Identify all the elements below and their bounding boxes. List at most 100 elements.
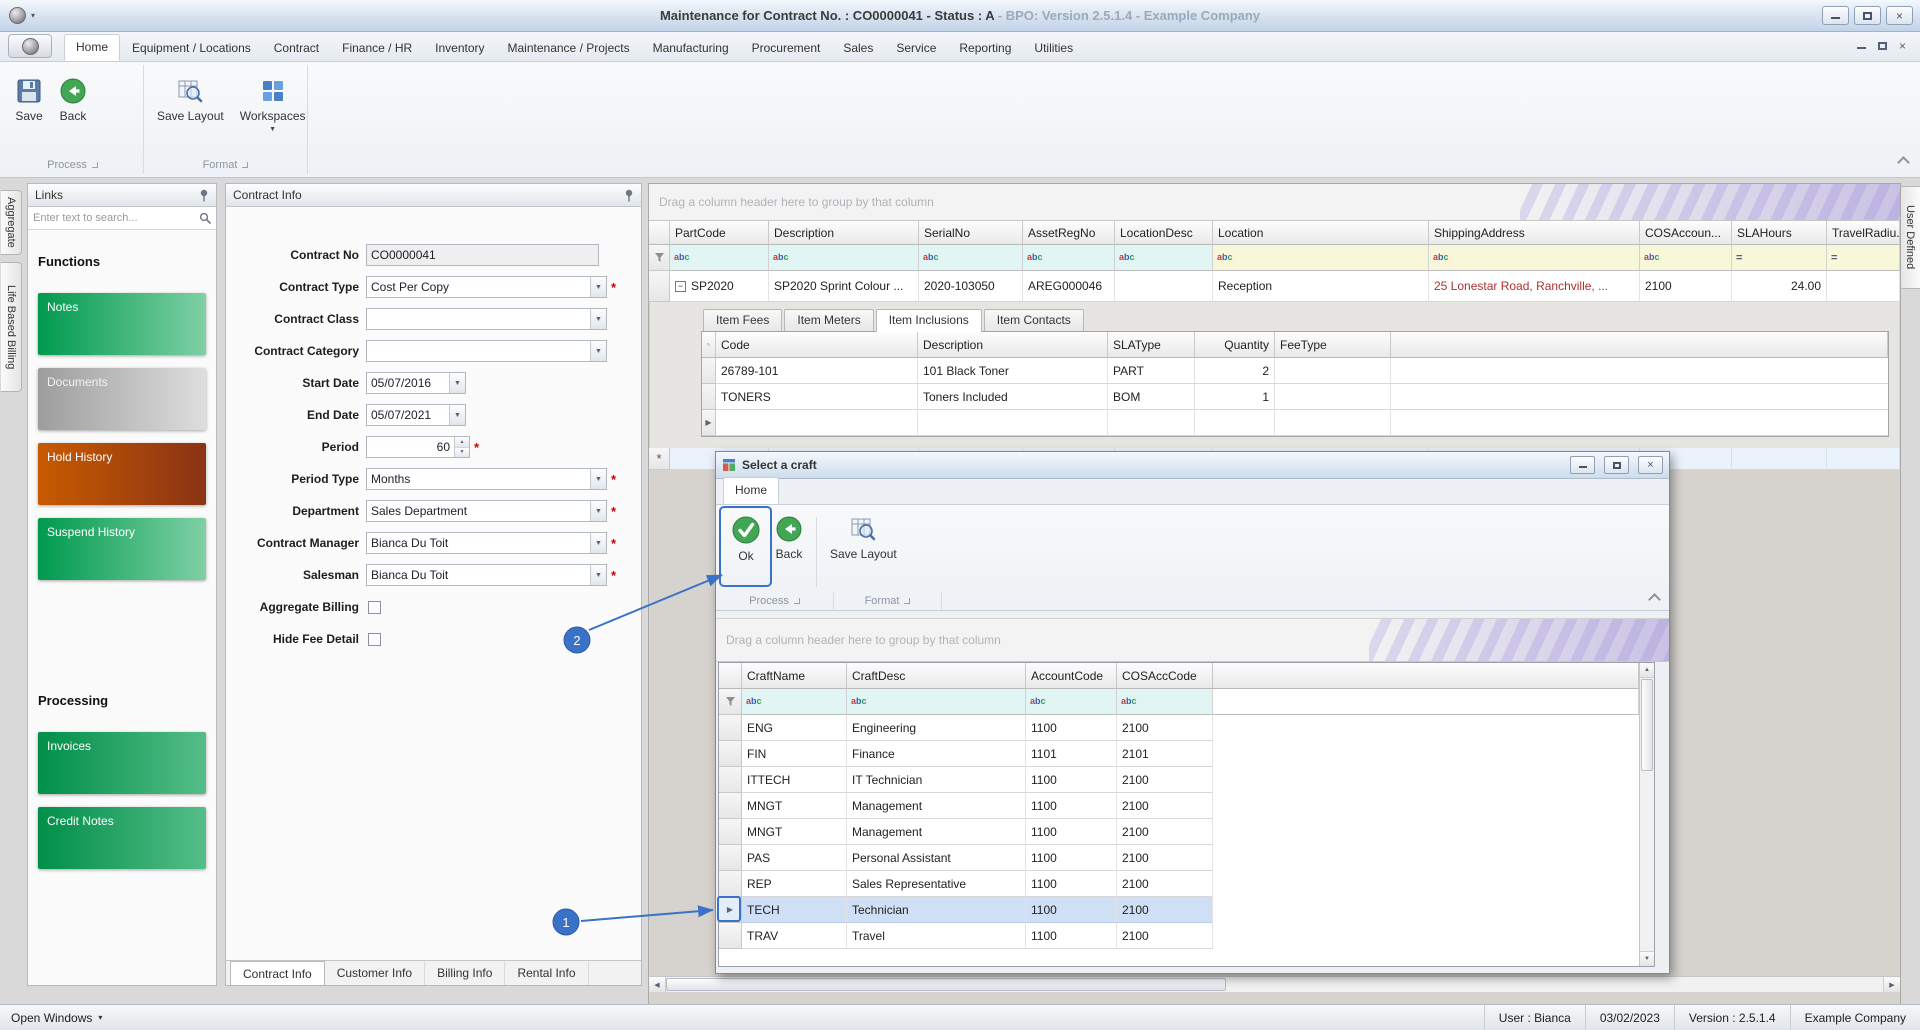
column-header-description[interactable]: Description [769,221,919,245]
cell-accountcode[interactable]: 1100 [1026,767,1117,793]
department-select[interactable]: Sales Department ▼ [366,500,607,522]
hide-fee-detail-checkbox[interactable] [368,633,381,646]
tab-reporting[interactable]: Reporting [948,36,1022,61]
cell-feetype[interactable] [1275,358,1391,384]
cell-cosacccode[interactable]: 2100 [1117,793,1213,819]
filter-cell[interactable] [847,689,1026,715]
table-row[interactable]: REP Sales Representative 1100 2100 [719,871,1639,897]
cell-craftname[interactable]: MNGT [742,819,847,845]
chevron-down-icon[interactable]: ▼ [590,309,606,329]
application-button[interactable] [8,34,52,58]
cell-cosacccode[interactable]: 2101 [1117,741,1213,767]
end-date-input[interactable]: 05/07/2021 ▼ [366,404,466,426]
group-by-panel[interactable]: Drag a column header here to group by th… [649,184,1900,221]
tab-manufacturing[interactable]: Manufacturing [642,36,740,61]
chevron-down-icon[interactable]: ▼ [590,501,606,521]
tab-service[interactable]: Service [885,36,947,61]
cell-cosacccode[interactable]: 2100 [1117,871,1213,897]
column-header-cosacccode[interactable]: COSAccCode [1117,663,1213,689]
tab-home[interactable]: Home [64,34,120,61]
table-row[interactable]: MNGT Management 1100 2100 [719,819,1639,845]
close-button[interactable]: × [1886,6,1913,25]
table-row[interactable]: PAS Personal Assistant 1100 2100 [719,845,1639,871]
cell-shippingaddress[interactable]: 25 Lonestar Road, Ranchville, ... [1429,271,1640,302]
tab-item-fees[interactable]: Item Fees [703,309,782,331]
tab-maintenance-projects[interactable]: Maintenance / Projects [497,36,641,61]
cell-accountcode[interactable]: 1101 [1026,741,1117,767]
cell-accountcode[interactable]: 1100 [1026,897,1117,923]
column-header-accountcode[interactable]: AccountCode [1026,663,1117,689]
filter-cell[interactable]: = [1827,245,1900,271]
cell-craftname[interactable]: MNGT [742,793,847,819]
cell-craftdesc[interactable]: Engineering [847,715,1026,741]
pin-icon[interactable] [624,189,634,202]
column-header-travelradius[interactable]: TravelRadiu... [1827,221,1900,245]
hold-history-button[interactable]: Hold History [38,443,206,505]
start-date-input[interactable]: 05/07/2016 ▼ [366,372,466,394]
cell-craftname[interactable]: ENG [742,715,847,741]
cell-craftname[interactable]: REP [742,871,847,897]
filter-cell[interactable] [1429,245,1640,271]
filter-cell[interactable]: = [1732,245,1827,271]
cell-accountcode[interactable]: 1100 [1026,923,1117,949]
maximize-button[interactable] [1854,6,1881,25]
cell-quantity[interactable]: 1 [1195,384,1275,410]
filter-cell[interactable] [919,245,1023,271]
cell-craftdesc[interactable]: Finance [847,741,1026,767]
cell-slahours[interactable]: 24.00 [1732,271,1827,302]
documents-button[interactable]: Documents [38,368,206,430]
chevron-down-icon[interactable]: ▼ [590,277,606,297]
spin-up-icon[interactable]: ▲ [455,437,469,448]
filter-cell[interactable] [742,689,847,715]
back-button[interactable]: Back [52,73,94,127]
tab-rental-info[interactable]: Rental Info [505,961,588,985]
side-tab-life-based-billing[interactable]: Life Based Billing [1,262,22,392]
cell-accountcode[interactable]: 1100 [1026,871,1117,897]
filter-cell[interactable] [1640,245,1732,271]
cell-slatype[interactable]: BOM [1108,384,1195,410]
cell-craftdesc[interactable]: Sales Representative [847,871,1026,897]
table-row[interactable]: ITTECH IT Technician 1100 2100 [719,767,1639,793]
table-row-empty[interactable]: ▶ [702,410,1888,436]
mdi-restore-icon[interactable] [1878,42,1887,50]
contract-no-input[interactable]: CO0000041 [366,244,599,266]
dialog-save-layout-button[interactable]: Save Layout [823,511,904,565]
cell-serialno[interactable]: 2020-103050 [919,271,1023,302]
cell-accountcode[interactable]: 1100 [1026,845,1117,871]
ok-button[interactable]: Ok [724,511,768,567]
cell-slatype[interactable]: PART [1108,358,1195,384]
spin-down-icon[interactable]: ▼ [455,448,469,458]
scroll-up-icon[interactable]: ▲ [1640,663,1654,678]
table-row[interactable]: ENG Engineering 1100 2100 [719,715,1639,741]
dialog-minimize-button[interactable] [1570,456,1595,474]
cell-feetype[interactable] [1275,384,1391,410]
search-icon[interactable] [199,212,211,224]
tab-item-meters[interactable]: Item Meters [784,309,873,331]
horizontal-scrollbar[interactable]: ◀ ▶ [649,976,1900,992]
filter-cell[interactable] [1117,689,1213,715]
cell-feetype[interactable] [1275,410,1391,436]
filter-cell[interactable] [769,245,919,271]
group-dialog-launcher-icon[interactable] [242,162,248,168]
tab-item-inclusions[interactable]: Item Inclusions [876,309,982,332]
scrollbar-thumb[interactable] [1641,679,1653,771]
group-dialog-launcher-icon[interactable] [794,598,800,604]
column-header-assetregno[interactable]: AssetRegNo [1023,221,1115,245]
cell-assetregno[interactable]: AREG000046 [1023,271,1115,302]
cell-description[interactable] [918,410,1108,436]
cell-cosacccode[interactable]: 2100 [1117,819,1213,845]
column-header-slatype[interactable]: SLAType [1108,332,1195,358]
chevron-down-icon[interactable]: ▼ [590,341,606,361]
cell-craftdesc[interactable]: Travel [847,923,1026,949]
period-type-select[interactable]: Months ▼ [366,468,607,490]
cell-locationdesc[interactable] [1115,271,1213,302]
table-row[interactable]: 26789-101 101 Black Toner PART 2 [702,358,1888,384]
cell-partcode[interactable]: − SP2020 [670,271,769,302]
cell-description[interactable]: 101 Black Toner [918,358,1108,384]
notes-button[interactable]: Notes [38,293,206,355]
tab-item-contacts[interactable]: Item Contacts [984,309,1084,331]
cell-location[interactable]: Reception [1213,271,1429,302]
cell-craftname[interactable]: PAS [742,845,847,871]
cell[interactable] [1732,448,1827,470]
column-header-feetype[interactable]: FeeType [1275,332,1391,358]
